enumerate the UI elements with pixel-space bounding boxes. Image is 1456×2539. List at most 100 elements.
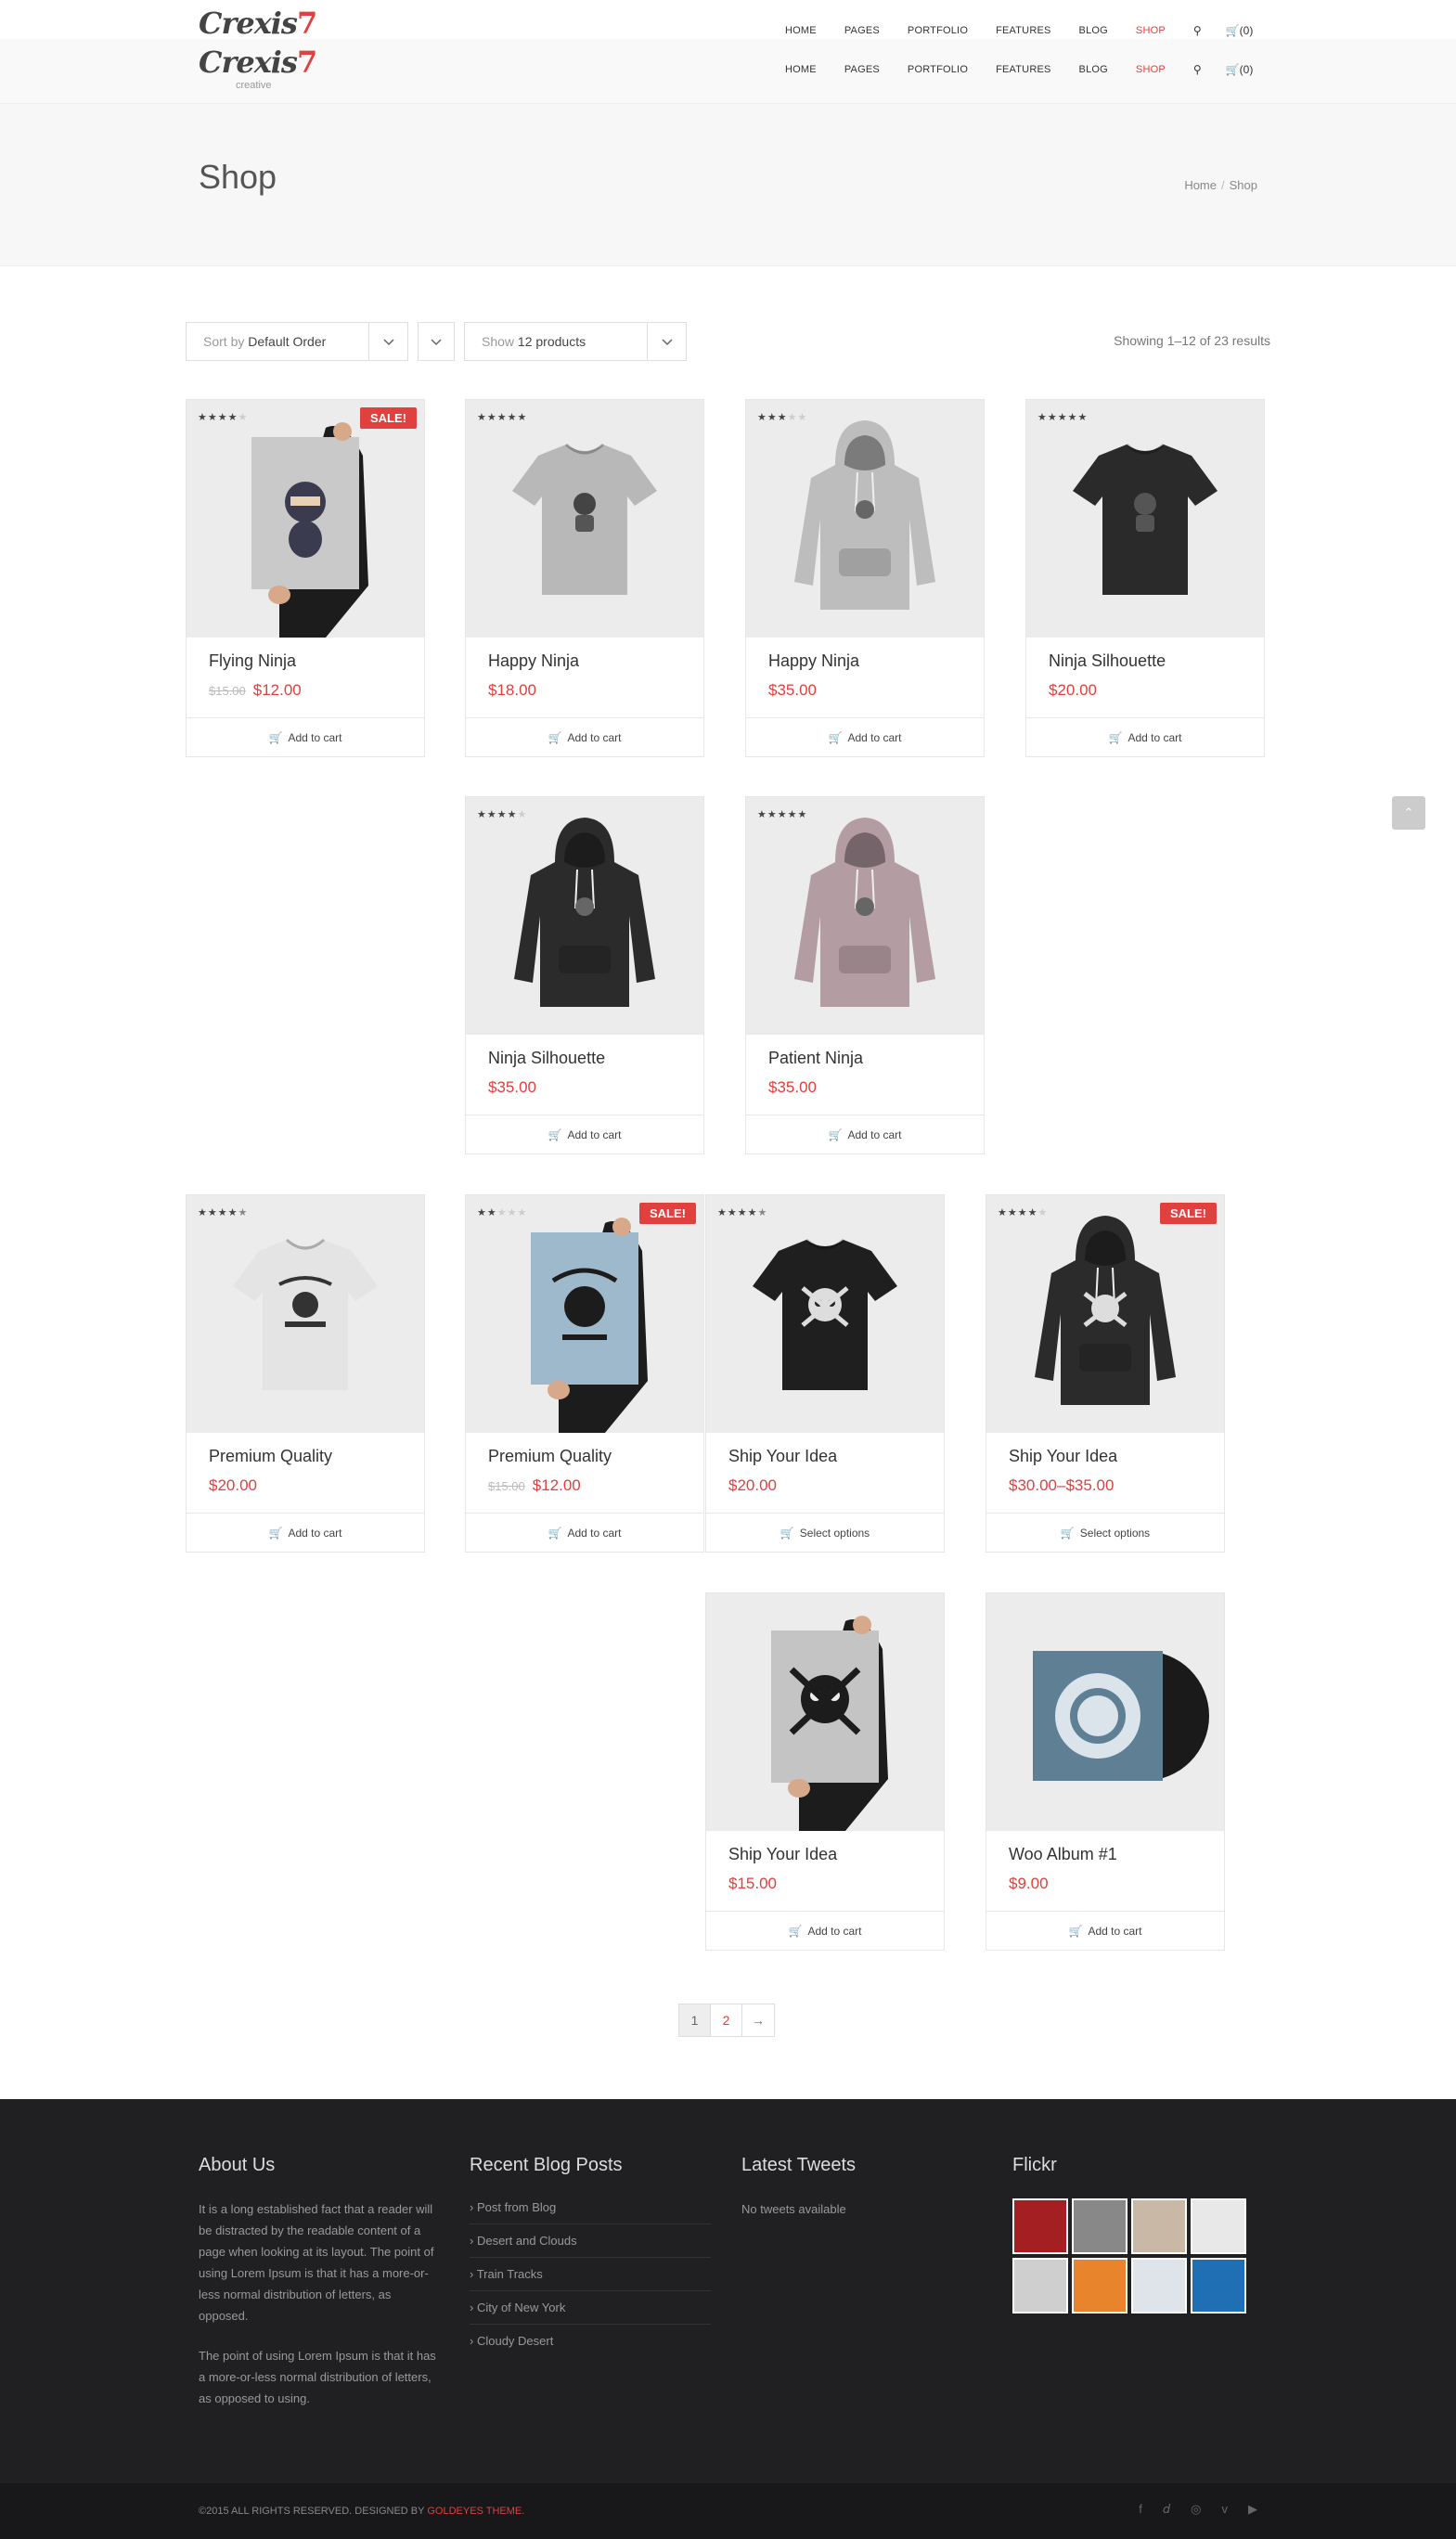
nav-portfolio[interactable]: PORTFOLIO [908,25,968,36]
blog-post-link[interactable]: › Train Tracks [470,2258,711,2291]
cart-icon: 🛒 [1060,1526,1075,1540]
flickr-thumbnail[interactable] [1012,2198,1068,2254]
nav-home[interactable]: HOME [785,64,817,75]
product-name[interactable]: Patient Ninja [768,1049,863,1068]
product-card[interactable]: ★★★★★ Happy Ninja $18.00 🛒 Add to cart [465,399,704,757]
search-icon[interactable]: ⚲ [1193,24,1202,37]
product-card[interactable]: ★★★★★ Ninja Silhouette $35.00 🛒 Add to cart [465,796,704,1154]
product-name[interactable]: Premium Quality [209,1447,332,1466]
add-to-cart-button[interactable]: 🛒 Add to cart [706,1911,944,1950]
product-price: $20.00 [209,1476,257,1495]
flickr-thumbnail[interactable] [1191,2258,1246,2313]
back-to-top-button[interactable]: ⌃ [1392,796,1425,830]
chevron-down-icon [419,323,454,360]
product-price: $35.00 [488,1078,536,1097]
nav-blog[interactable]: BLOG [1079,64,1108,75]
breadcrumb-home[interactable]: Home [1184,178,1217,192]
product-name[interactable]: Ninja Silhouette [1049,651,1166,671]
product-card[interactable]: ★★★★★ Ninja Silhouette $20.00 🛒 Add to cart [1025,399,1265,757]
product-card[interactable]: ★★★★★ SALE! Ship Your Idea $30.00–$35.00 🛒 Se… [986,1194,1225,1553]
nav-shop[interactable]: SHOP [1136,25,1166,36]
add-to-cart-button[interactable]: 🛒 Add to cart [466,1115,703,1154]
product-image[interactable] [986,1195,1224,1433]
nav-features[interactable]: FEATURES [996,25,1050,36]
product-image[interactable] [1026,400,1264,638]
product-image[interactable] [746,797,984,1035]
product-name[interactable]: Ninja Silhouette [488,1049,605,1068]
product-image[interactable] [986,1593,1224,1831]
add-to-cart-button[interactable]: 🛒 Add to cart [466,717,703,756]
product-image[interactable] [466,1195,703,1433]
nav-pages[interactable]: PAGES [844,64,880,75]
product-name[interactable]: Happy Ninja [488,651,579,671]
add-to-cart-button[interactable]: 🛒 Add to cart [187,717,424,756]
add-to-cart-button[interactable]: 🛒 Select options [986,1513,1224,1552]
chevron-down-icon [368,323,407,360]
product-image[interactable] [706,1593,944,1831]
product-card[interactable]: ★★★★★ Premium Quality $20.00 🛒 Add to cart [186,1194,425,1553]
product-image[interactable] [187,1195,424,1433]
add-to-cart-button[interactable]: 🛒 Select options [706,1513,944,1552]
flickr-thumbnail[interactable] [1191,2198,1246,2254]
add-to-cart-button[interactable]: 🛒 Add to cart [1026,717,1264,756]
nav-features[interactable]: FEATURES [996,64,1050,75]
product-card[interactable]: ★★★★★ Patient Ninja $35.00 🛒 Add to cart [745,796,985,1154]
product-name[interactable]: Ship Your Idea [1009,1447,1117,1466]
facebook-icon[interactable]: f [1139,2502,1142,2517]
cart-button[interactable]: 🛒(0) [1226,24,1254,37]
search-icon[interactable]: ⚲ [1193,63,1202,76]
product-image[interactable] [746,400,984,638]
add-to-cart-button[interactable]: 🛒 Add to cart [746,717,984,756]
flickr-thumbnail[interactable] [1072,2258,1127,2313]
add-to-cart-button[interactable]: 🛒 Add to cart [466,1513,703,1552]
page-2[interactable]: 2 [711,2004,742,2036]
nav-portfolio[interactable]: PORTFOLIO [908,64,968,75]
flickr-thumbnail[interactable] [1012,2258,1068,2313]
main-nav: HOME PAGES PORTFOLIO FEATURES BLOG SHOP … [785,24,1277,37]
sort-direction-button[interactable] [418,322,455,361]
dribbble-icon[interactable]: ◎ [1191,2502,1201,2517]
blog-post-link[interactable]: › City of New York [470,2291,711,2325]
youtube-icon[interactable]: ▶ [1248,2502,1257,2517]
nav-pages[interactable]: PAGES [844,25,880,36]
nav-home[interactable]: HOME [785,25,817,36]
nav-shop[interactable]: SHOP [1136,64,1166,75]
next-page-arrow[interactable]: → [742,2004,774,2036]
add-to-cart-button[interactable]: 🛒 Add to cart [746,1115,984,1154]
add-to-cart-button[interactable]: 🛒 Add to cart [187,1513,424,1552]
product-image[interactable] [466,797,703,1035]
blog-post-link[interactable]: › Post from Blog [470,2198,711,2224]
copyright-text: ©2015 ALL RIGHTS RESERVED. DESIGNED BY G… [199,2506,525,2517]
blog-post-link[interactable]: › Cloudy Desert [470,2325,711,2357]
flickr-thumbnail[interactable] [1131,2198,1187,2254]
sort-select[interactable]: Sort by Default Order [186,322,408,361]
product-name[interactable]: Premium Quality [488,1447,612,1466]
cart-button[interactable]: 🛒(0) [1226,63,1254,76]
nav-blog[interactable]: BLOG [1079,25,1108,36]
product-image[interactable] [466,400,703,638]
product-name[interactable]: Woo Album #1 [1009,1845,1117,1864]
per-page-select[interactable]: Show 12 products [464,322,687,361]
product-card[interactable]: ★★★★★ SALE! Premium Quality $15.00 $12.00 🛒 Ad… [465,1194,704,1553]
product-image[interactable] [706,1195,944,1433]
flickr-thumbnail[interactable] [1072,2198,1127,2254]
product-card[interactable]: ★★★★★ Happy Ninja $35.00 🛒 Add to cart [745,399,985,757]
product-name[interactable]: Flying Ninja [209,651,296,671]
designer-link[interactable]: GOLDEYES THEME. [427,2506,524,2517]
product-name[interactable]: Ship Your Idea [728,1447,837,1466]
cart-icon: 🛒 [828,730,843,744]
product-card[interactable]: Ship Your Idea $15.00 🛒 Add to cart [705,1592,945,1951]
product-card[interactable]: Woo Album #1 $9.00 🛒 Add to cart [986,1592,1225,1951]
logo-sticky[interactable]: Crexis7 creative [199,45,317,91]
product-image[interactable] [187,400,424,638]
product-card[interactable]: ★★★★★ Ship Your Idea $20.00 🛒 Select options [705,1194,945,1553]
product-name[interactable]: Ship Your Idea [728,1845,837,1864]
blog-post-link[interactable]: › Desert and Clouds [470,2224,711,2258]
flickr-thumbnail[interactable] [1131,2258,1187,2313]
product-card[interactable]: ★★★★★ SALE! Flying Ninja $15.00 $12.00 🛒 Add t… [186,399,425,757]
add-to-cart-button[interactable]: 🛒 Add to cart [986,1911,1224,1950]
twitter-icon[interactable]: 𝘥 [1163,2502,1170,2517]
logo[interactable]: Crexis7 [199,6,317,41]
vimeo-icon[interactable]: v [1222,2502,1229,2517]
product-name[interactable]: Happy Ninja [768,651,859,671]
